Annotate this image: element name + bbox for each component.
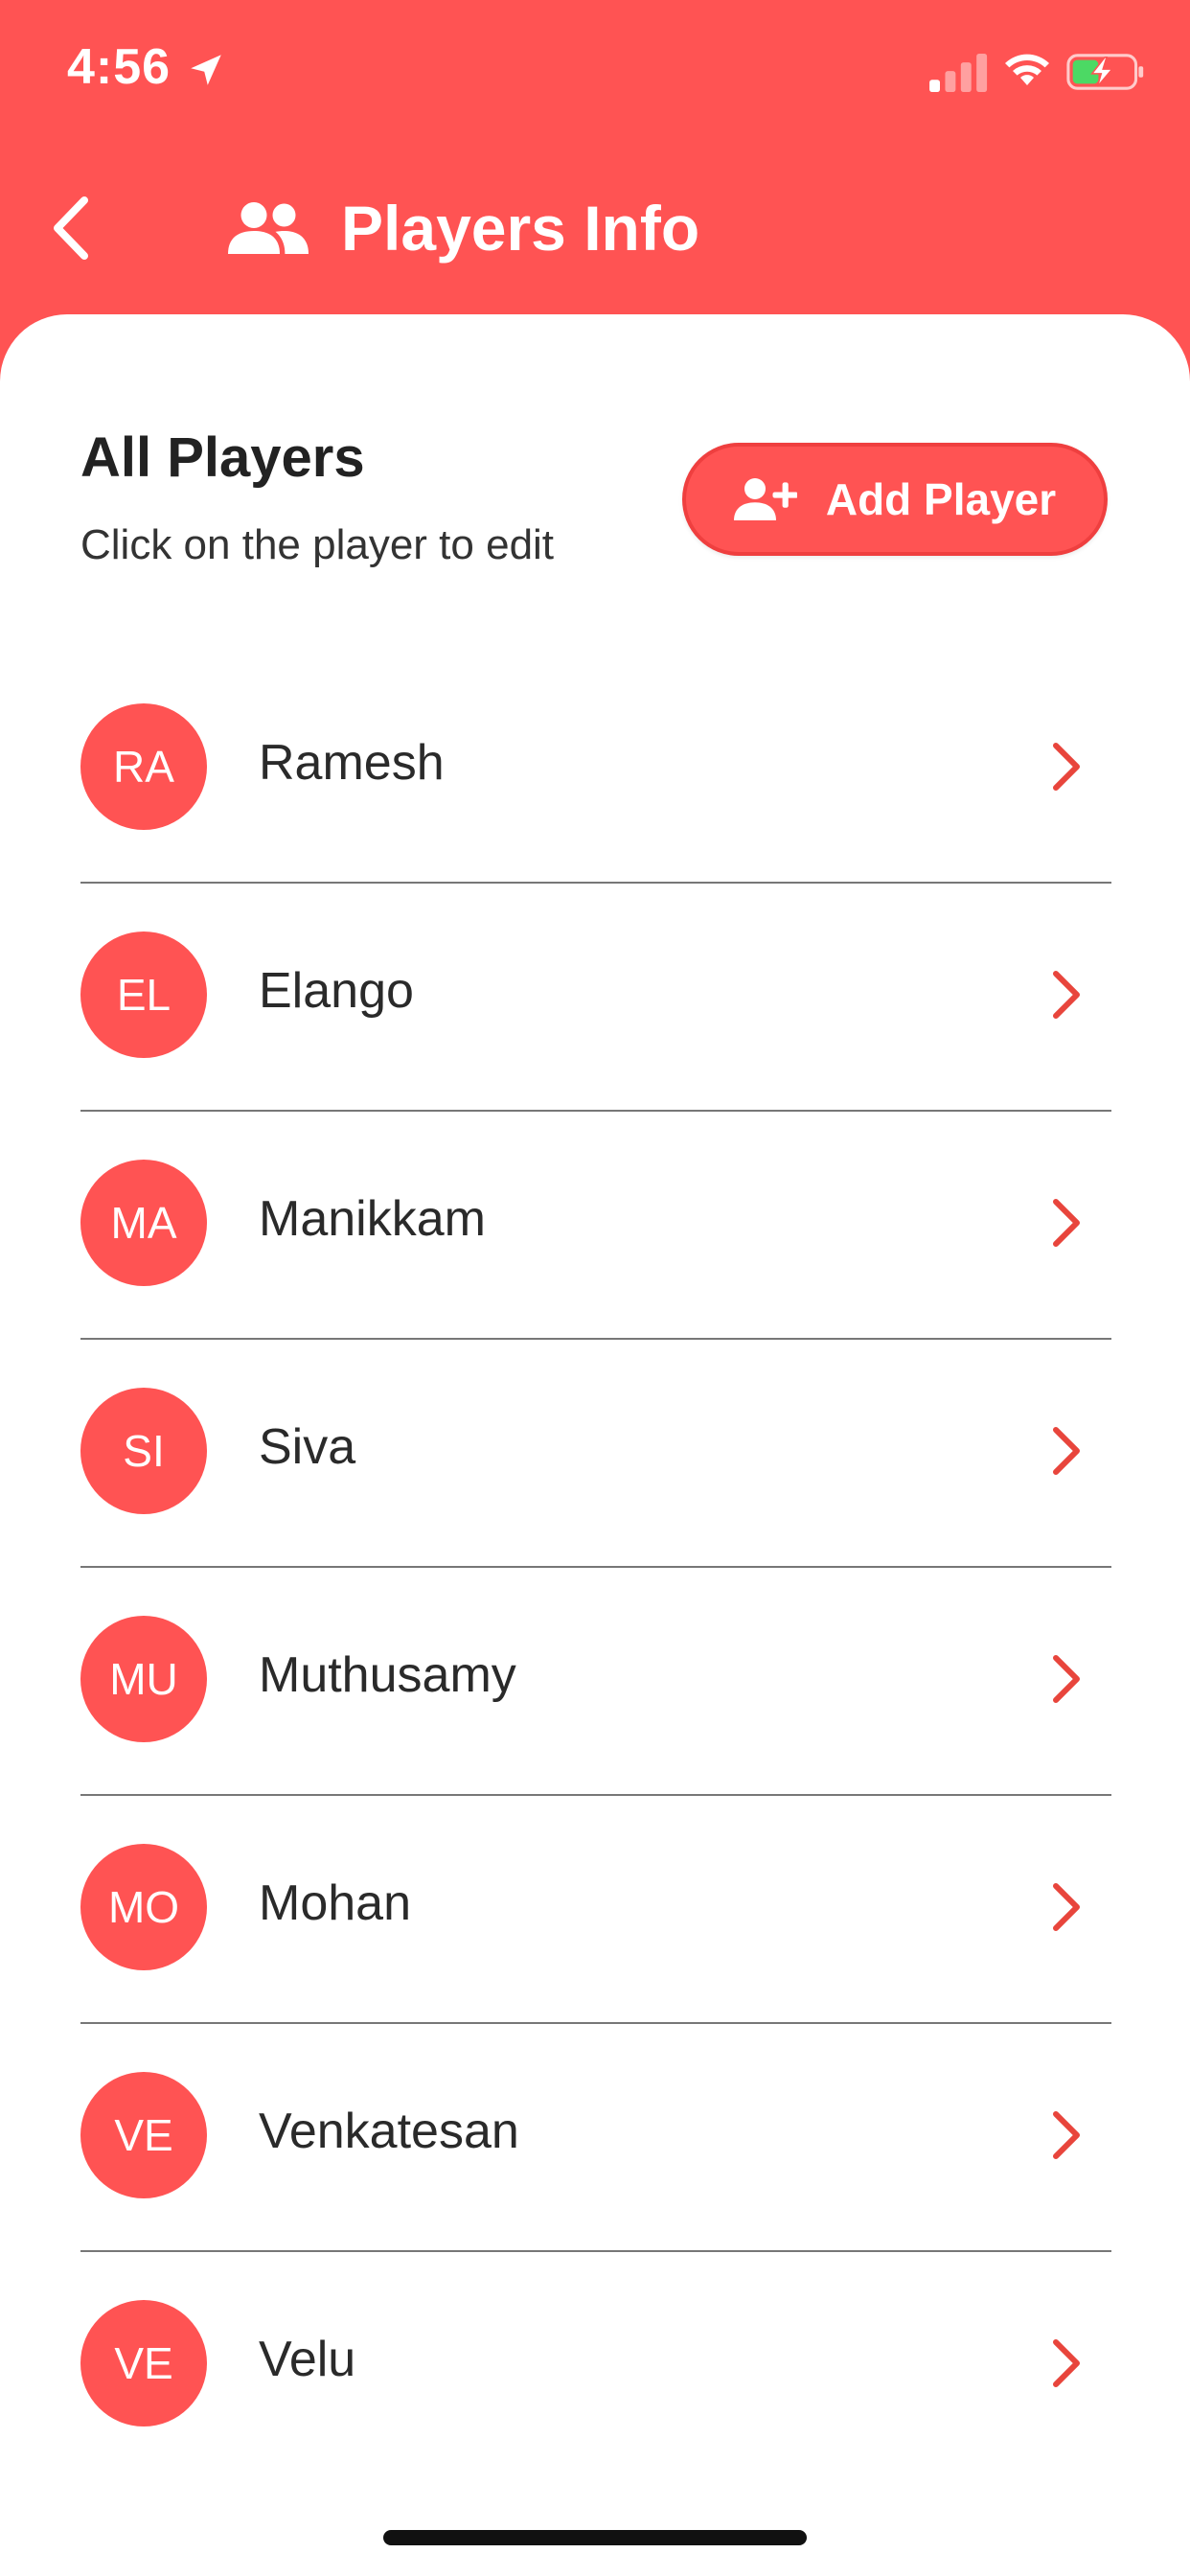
page-title: Players Info xyxy=(341,193,700,264)
list-item[interactable]: MA Manikkam xyxy=(80,1112,1111,1340)
player-name: Manikkam xyxy=(259,1191,486,1247)
avatar: EL xyxy=(80,932,207,1058)
chevron-right-icon xyxy=(1053,1655,1080,1703)
header-title-group: Players Info xyxy=(228,180,699,276)
content-card: All Players Click on the player to edit … xyxy=(0,314,1190,2576)
section-title: All Players xyxy=(80,426,365,489)
player-name: Mohan xyxy=(259,1875,411,1931)
location-arrow-icon xyxy=(191,55,221,85)
wifi-icon xyxy=(1005,54,1049,85)
chevron-right-icon xyxy=(1053,1427,1080,1475)
player-name: Velu xyxy=(259,2332,356,2387)
player-name: Venkatesan xyxy=(259,2104,519,2159)
avatar: MO xyxy=(80,1844,207,1970)
chevron-right-icon xyxy=(1053,2339,1080,2387)
avatar: MU xyxy=(80,1616,207,1742)
avatar: VE xyxy=(80,2300,207,2426)
chevron-right-icon xyxy=(1053,743,1080,791)
list-item[interactable]: RA Ramesh xyxy=(80,656,1111,884)
chevron-right-icon xyxy=(1053,1883,1080,1931)
app-header: Players Info xyxy=(0,144,1190,316)
back-button[interactable] xyxy=(38,190,105,266)
section-subtitle: Click on the player to edit xyxy=(80,521,555,568)
list-item[interactable]: SI Siva xyxy=(80,1340,1111,1568)
avatar: MA xyxy=(80,1160,207,1286)
battery-charging-icon xyxy=(1066,54,1144,90)
add-player-button[interactable]: Add Player xyxy=(682,443,1108,556)
chevron-right-icon xyxy=(1053,1199,1080,1247)
home-indicator[interactable] xyxy=(383,2530,807,2545)
status-bar: 4:56 xyxy=(0,0,1190,144)
cellular-signal-icon xyxy=(929,54,988,92)
player-name: Elango xyxy=(259,963,414,1019)
add-player-label: Add Player xyxy=(825,474,1057,524)
player-list: RA Ramesh EL Elango MA Manikkam SI Siva … xyxy=(80,656,1111,2480)
player-name: Siva xyxy=(259,1419,356,1475)
list-item[interactable]: MU Muthusamy xyxy=(80,1568,1111,1796)
list-item[interactable]: VE Venkatesan xyxy=(80,2024,1111,2252)
list-item[interactable]: EL Elango xyxy=(80,884,1111,1112)
list-item[interactable]: VE Velu xyxy=(80,2252,1111,2480)
list-item[interactable]: MO Mohan xyxy=(80,1796,1111,2024)
player-name: Muthusamy xyxy=(259,1647,516,1703)
player-name: Ramesh xyxy=(259,735,445,791)
avatar: SI xyxy=(80,1388,207,1514)
people-icon xyxy=(228,202,309,254)
avatar: RA xyxy=(80,703,207,830)
add-user-icon xyxy=(733,478,797,520)
avatar: VE xyxy=(80,2072,207,2198)
status-time: 4:56 xyxy=(67,39,172,95)
chevron-right-icon xyxy=(1053,2111,1080,2159)
chevron-left-icon xyxy=(54,196,88,260)
chevron-right-icon xyxy=(1053,971,1080,1019)
